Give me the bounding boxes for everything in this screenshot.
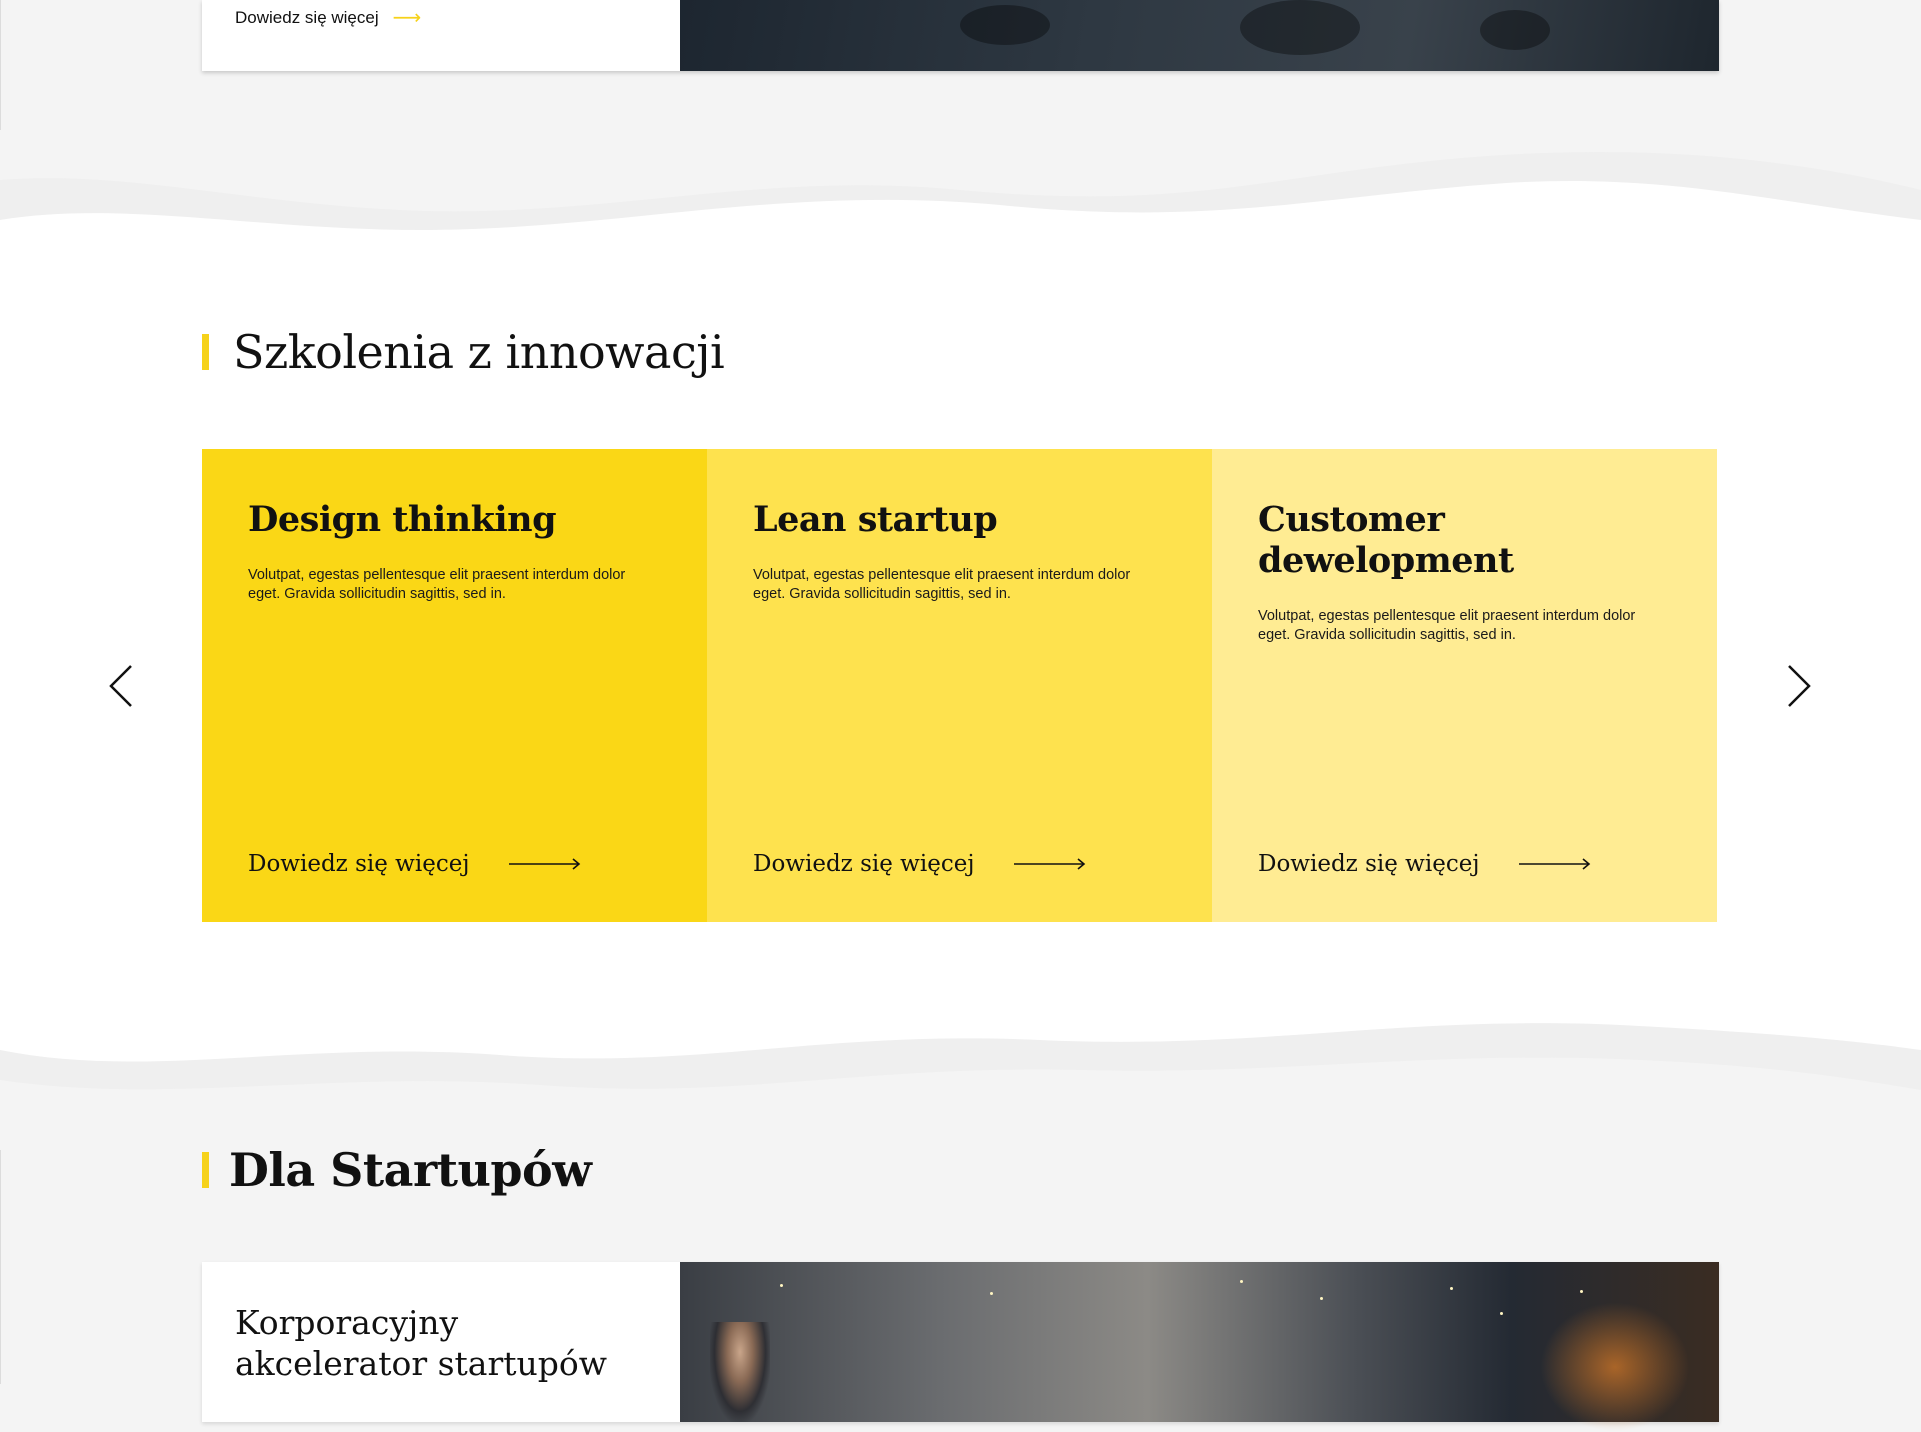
card-more-label: Dowiedz się więcej: [1258, 851, 1480, 877]
arrow-right-icon: [509, 858, 581, 870]
card-more-label: Dowiedz się więcej: [753, 851, 975, 877]
chevron-left-icon[interactable]: [107, 664, 137, 708]
startups-title: Dla Startupów: [229, 1143, 592, 1197]
arrow-right-icon: [1014, 858, 1086, 870]
title-accent-bar: [202, 334, 209, 370]
title-accent-bar: [202, 1152, 209, 1188]
card-more-link[interactable]: Dowiedz się więcej: [248, 851, 581, 877]
top-feature-more-link[interactable]: Dowiedz się więcej ⟶: [235, 8, 421, 28]
feature-card-top: Dowiedz się więcej ⟶: [202, 0, 1719, 71]
training-card-design-thinking[interactable]: Design thinking Volutpat, egestas pellen…: [202, 449, 707, 922]
startups-section-title: Dla Startupów: [202, 1143, 592, 1197]
arrow-right-icon: [1519, 858, 1591, 870]
trainings-carousel: Design thinking Volutpat, egestas pellen…: [202, 449, 1718, 922]
training-card-customer-development[interactable]: Customer dewelopment Volutpat, egestas p…: [1212, 449, 1717, 922]
trainings-title: Szkolenia z innowacji: [233, 325, 725, 379]
startup-feature-title: Korporacyjny akcelerator startupów: [235, 1303, 608, 1383]
startup-feature-image: [680, 1262, 1719, 1432]
card-title: Design thinking: [248, 499, 557, 540]
startup-feature-card[interactable]: Korporacyjny akcelerator startupów: [202, 1262, 1719, 1432]
card-description: Volutpat, egestas pellentesque elit prae…: [248, 567, 626, 602]
top-feature-image: [680, 0, 1719, 71]
card-more-link[interactable]: Dowiedz się więcej: [753, 851, 1086, 877]
card-more-link[interactable]: Dowiedz się więcej: [1258, 851, 1591, 877]
card-more-label: Dowiedz się więcej: [248, 851, 470, 877]
training-card-lean-startup[interactable]: Lean startup Volutpat, egestas pellentes…: [707, 449, 1212, 922]
chevron-right-icon[interactable]: [1783, 664, 1813, 708]
card-description: Volutpat, egestas pellentesque elit prae…: [753, 567, 1131, 602]
arrow-right-icon: ⟶: [392, 7, 422, 29]
top-feature-more-label: Dowiedz się więcej: [235, 8, 379, 27]
card-title: Lean startup: [753, 499, 998, 540]
top-wave-decoration: [0, 130, 1921, 250]
card-title: Customer dewelopment: [1258, 499, 1514, 581]
card-description: Volutpat, egestas pellentesque elit prae…: [1258, 608, 1636, 643]
bottom-wave-decoration: [0, 1023, 1921, 1150]
trainings-section-title: Szkolenia z innowacji: [202, 325, 725, 379]
